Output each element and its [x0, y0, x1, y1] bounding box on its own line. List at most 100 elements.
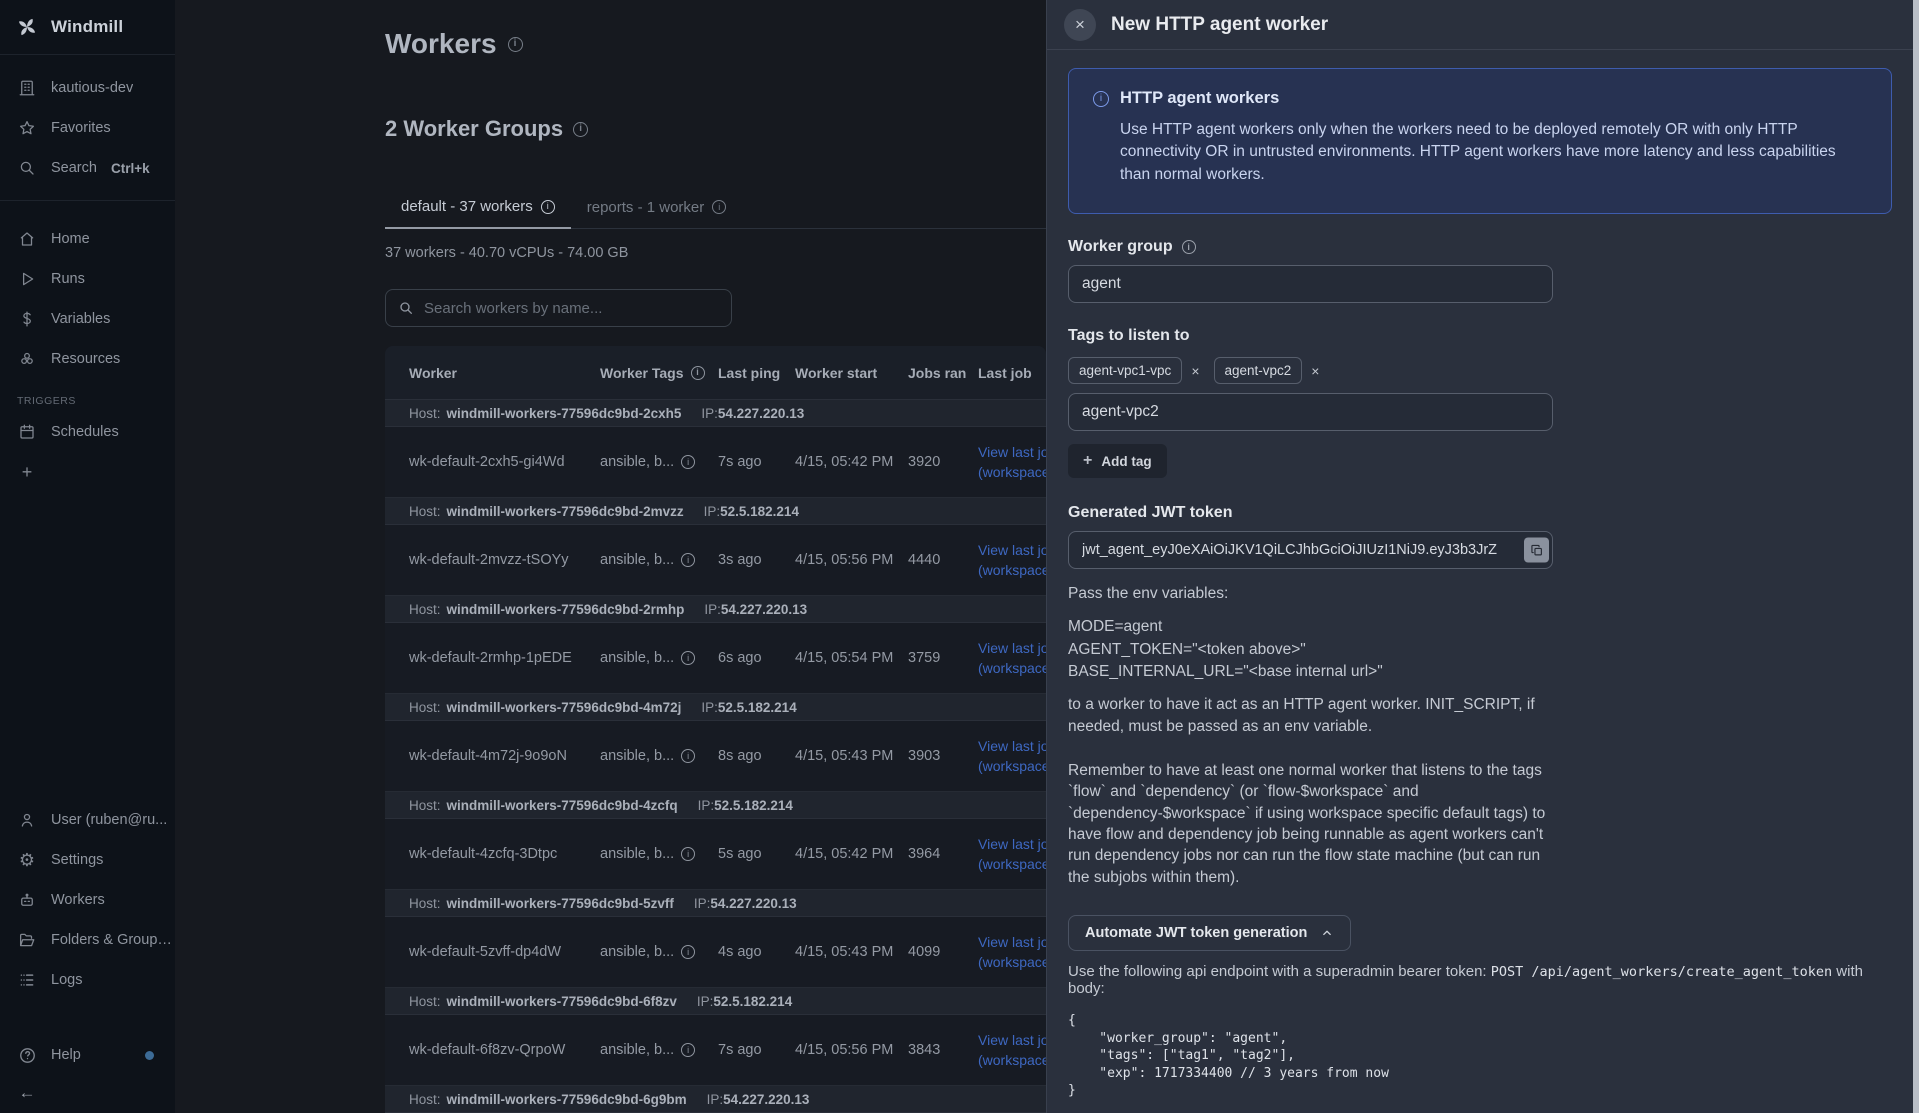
- column-header-label: Last job: [978, 365, 1032, 381]
- last-job-link[interactable]: View last jo(workspace: [978, 540, 1046, 581]
- tab-reports-1-worker[interactable]: reports - 1 worker i: [571, 192, 743, 228]
- drawer-title: New HTTP agent worker: [1111, 14, 1328, 36]
- close-icon[interactable]: ×: [1064, 9, 1096, 41]
- drawer-body: i HTTP agent workers Use HTTP agent work…: [1047, 50, 1913, 1113]
- sidebar-item-variables[interactable]: Variables: [0, 299, 175, 339]
- sidebar-item-runs[interactable]: Runs: [0, 259, 175, 299]
- jobs-ran: 3759: [908, 650, 978, 666]
- last-job-link[interactable]: View last jo(workspace: [978, 932, 1046, 973]
- tag-input[interactable]: [1068, 393, 1553, 431]
- last-job-link[interactable]: View last jo(workspace: [978, 1030, 1046, 1071]
- env-variable-line: MODE=agent: [1068, 616, 1892, 638]
- sidebar-item-favorites[interactable]: Favorites: [0, 108, 175, 148]
- worker-tags: ansible, b...i: [600, 454, 718, 470]
- host-prefix: Host:: [409, 798, 441, 813]
- last-job-link[interactable]: View last jo(workspace: [978, 834, 1046, 875]
- sidebar-item-logs[interactable]: Logs: [0, 960, 175, 1000]
- copy-icon[interactable]: [1524, 538, 1549, 563]
- jwt-token-label: Generated JWT token: [1068, 504, 1892, 522]
- host-row: Host:windmill-workers-77596dc9bd-6g9bmIP…: [385, 1086, 1046, 1113]
- info-icon[interactable]: i: [508, 37, 523, 52]
- sidebar-item-label: Home: [51, 231, 90, 247]
- home-icon: [17, 230, 37, 248]
- info-icon: i: [712, 200, 726, 214]
- sidebar-item-label: User (ruben@ru...: [51, 812, 167, 828]
- column-header-label: Worker: [409, 365, 457, 381]
- sidebar-item-search[interactable]: SearchCtrl+k: [0, 148, 175, 188]
- user-icon: [17, 811, 37, 829]
- remove-tag-icon[interactable]: ×: [1311, 363, 1319, 379]
- tab-default-37-workers[interactable]: default - 37 workersi: [385, 192, 571, 229]
- app-logo-row[interactable]: Windmill: [0, 0, 175, 55]
- jobs-ran: 3920: [908, 454, 978, 470]
- last-ping: 7s ago: [718, 1042, 795, 1058]
- sidebar-item-label: Settings: [51, 852, 103, 868]
- worker-name: wk-default-4zcfq-3Dtpc: [409, 846, 600, 862]
- jwt-token-input[interactable]: [1068, 531, 1553, 569]
- search-shortcut: Ctrl+k: [111, 161, 150, 176]
- info-icon[interactable]: i: [681, 847, 695, 861]
- drawer-scrollbar[interactable]: [1913, 0, 1919, 1113]
- sidebar-item-label: Runs: [51, 271, 85, 287]
- automate-jwt-toggle-button[interactable]: Automate JWT token generation: [1068, 915, 1351, 951]
- info-icon[interactable]: i: [681, 553, 695, 567]
- host-row: Host:windmill-workers-77596dc9bd-5zvffIP…: [385, 890, 1046, 917]
- jobs-ran: 3843: [908, 1042, 978, 1058]
- sidebar-item-label: Folders & Groups...: [51, 932, 175, 948]
- remember-note: Remember to have at least one normal wor…: [1068, 760, 1562, 888]
- plus-icon: +: [1083, 452, 1092, 470]
- folder-icon: [17, 931, 37, 949]
- last-job-link[interactable]: View last jo(workspace: [978, 736, 1046, 777]
- info-icon[interactable]: i: [681, 455, 695, 469]
- sidebar-item-home[interactable]: Home: [0, 219, 175, 259]
- host-name: windmill-workers-77596dc9bd-2cxh5: [447, 406, 682, 421]
- last-ping: 3s ago: [718, 552, 795, 568]
- collapse-sidebar-button[interactable]: ←: [0, 1075, 175, 1111]
- sidebar-item-settings[interactable]: ⚙ Settings: [0, 840, 175, 880]
- robot-icon: [17, 891, 37, 909]
- drawer-header: × New HTTP agent worker: [1047, 0, 1919, 50]
- column-header-label: Jobs ran: [908, 365, 966, 381]
- remove-tag-icon[interactable]: ×: [1191, 363, 1199, 379]
- last-job-link[interactable]: View last jo(workspace: [978, 442, 1046, 483]
- sidebar-item-schedules[interactable]: Schedules: [0, 412, 175, 452]
- sidebar-item-folders-groups[interactable]: Folders & Groups...: [0, 920, 175, 960]
- sidebar-item-kautious-dev[interactable]: kautious-dev: [0, 68, 175, 108]
- worker-group-tabs: default - 37 workersi reports - 1 worker i: [385, 192, 1046, 229]
- worker-group-input[interactable]: [1068, 265, 1553, 303]
- sidebar-item-resources[interactable]: Resources: [0, 339, 175, 379]
- sidebar-item-label: Favorites: [51, 120, 111, 136]
- tag-chip-agent-vpc1-vpc: agent-vpc1-vpc: [1068, 357, 1182, 384]
- host-ip: IP:52.5.182.214: [698, 798, 793, 813]
- info-icon[interactable]: i: [573, 122, 588, 137]
- http-agent-info-box: i HTTP agent workers Use HTTP agent work…: [1068, 68, 1892, 214]
- info-icon[interactable]: i: [681, 749, 695, 763]
- env-variables-outro: to a worker to have it act as an HTTP ag…: [1068, 694, 1568, 738]
- host-prefix: Host:: [409, 504, 441, 519]
- sidebar-item-user-ruben-ru[interactable]: User (ruben@ru...: [0, 800, 175, 840]
- env-variables-intro: Pass the env variables:: [1068, 585, 1892, 603]
- worker-row: wk-default-4zcfq-3Dtpcansible, b...i5s a…: [385, 819, 1046, 890]
- host-row: Host:windmill-workers-77596dc9bd-4zcfqIP…: [385, 792, 1046, 819]
- info-icon[interactable]: i: [681, 945, 695, 959]
- last-job-link[interactable]: View last jo(workspace: [978, 638, 1046, 679]
- add-trigger-button[interactable]: +: [0, 452, 175, 492]
- info-icon[interactable]: i: [1182, 240, 1196, 254]
- worker-start: 4/15, 05:42 PM: [795, 454, 908, 470]
- sidebar-item-workers[interactable]: Workers: [0, 880, 175, 920]
- host-name: windmill-workers-77596dc9bd-6f8zv: [447, 994, 677, 1009]
- info-icon[interactable]: i: [681, 1043, 695, 1057]
- star-icon: [17, 119, 37, 137]
- tab-label: reports - 1 worker: [587, 199, 705, 216]
- add-tag-button[interactable]: + Add tag: [1068, 444, 1167, 478]
- api-body-code-block: { "worker_group": "agent", "tags": ["tag…: [1068, 1012, 1892, 1100]
- workers-table: WorkerWorker TagsiLast pingWorker startJ…: [385, 346, 1046, 1113]
- search-workers-input[interactable]: [424, 300, 719, 317]
- env-variables-lines: MODE=agentAGENT_TOKEN="<token above>"BAS…: [1068, 616, 1892, 683]
- sidebar-item-label: Schedules: [51, 424, 119, 440]
- info-icon[interactable]: i: [681, 651, 695, 665]
- gear-icon: ⚙: [17, 851, 37, 869]
- sidebar-item-help[interactable]: Help: [0, 1035, 175, 1075]
- info-icon: i: [1093, 91, 1109, 107]
- host-row: Host:windmill-workers-77596dc9bd-2mvzzIP…: [385, 498, 1046, 525]
